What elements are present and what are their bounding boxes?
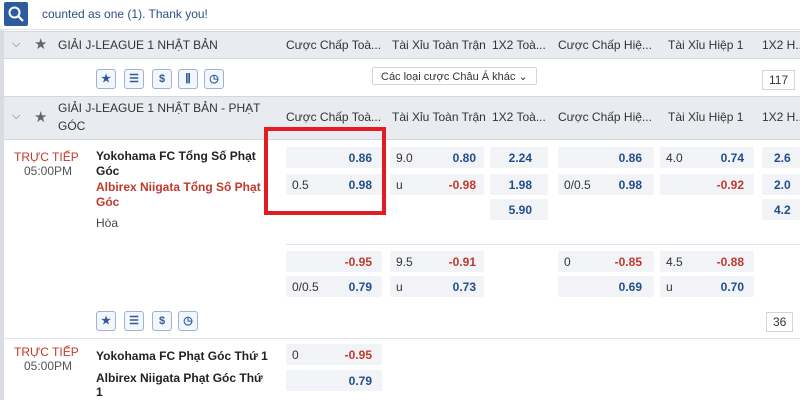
clock-icon[interactable]: ◷ (204, 69, 224, 89)
chevron-down-icon[interactable]: ⌵ (12, 38, 20, 51)
col-header-ft-1x2: 1X2 Toà... (492, 110, 546, 124)
draw-label: Hòa (96, 216, 119, 230)
favorite-star-icon[interactable]: ★ (96, 311, 116, 331)
odds-value[interactable]: 0.69 (600, 280, 642, 294)
clock-icon[interactable]: ◷ (178, 311, 198, 331)
odds-value[interactable]: 0.70 (702, 280, 744, 294)
odds-value[interactable]: 0.86 (600, 151, 642, 165)
more-markets-count[interactable]: 36 (766, 312, 794, 332)
dollar-icon[interactable]: $ (152, 311, 172, 331)
odds-value[interactable]: -0.92 (702, 178, 744, 192)
odds-value[interactable]: -0.95 (330, 255, 372, 269)
odds-value[interactable]: 1.98 (496, 178, 532, 192)
odds-value[interactable]: 0.74 (702, 151, 744, 165)
home-team: Yokohama FC Phạt Góc Thứ 1 (96, 349, 268, 363)
odds-value[interactable]: 0.98 (600, 178, 642, 192)
col-header-h1-over-under: Tài Xỉu Hiệp 1 (668, 110, 744, 124)
odds-value[interactable]: -0.88 (702, 255, 744, 269)
odds-value[interactable]: -0.95 (330, 348, 372, 362)
away-team: Albirex Niigata Phạt Góc Thứ (96, 371, 263, 385)
league-name[interactable]: GIẢI J-LEAGUE 1 NHẬT BẢN (58, 37, 218, 54)
under-label: u (666, 280, 673, 294)
other-asian-bets-dropdown[interactable]: Các loại cược Châu Á khác ⌄ (372, 67, 537, 85)
odds-value[interactable]: 4.2 (774, 203, 791, 217)
col-header-h1-handicap: Cược Chấp Hiệ... (558, 38, 652, 52)
odds-value[interactable]: 2.0 (774, 178, 791, 192)
match-time: 05:00PM (24, 164, 73, 178)
odds-value[interactable]: 2.24 (496, 151, 532, 165)
search-icon (8, 6, 24, 22)
odds-value[interactable]: 2.6 (774, 151, 791, 165)
live-status: TRỰC TIẾP (14, 150, 79, 164)
away-team-cont: 1 (96, 385, 103, 399)
star-icon[interactable]: ★ (34, 35, 47, 53)
sidebar-strip (0, 30, 4, 400)
odds-value[interactable]: 0.79 (330, 374, 372, 388)
odds-value[interactable]: 0.79 (330, 280, 372, 294)
col-header-h1-1x2: 1X2 H... (762, 110, 800, 124)
ticket-icon[interactable]: ☰ (124, 69, 144, 89)
away-team: Albirex Niigata Tổng Số Phạt (96, 180, 261, 194)
notice-message: counted as one (1). Thank you! (42, 7, 208, 21)
odds-value[interactable]: 0.73 (434, 280, 476, 294)
chevron-down-icon[interactable]: ⌵ (12, 110, 20, 123)
col-header-ft-handicap: Cược Chấp Toà... (286, 38, 382, 52)
handicap-line: 0 (292, 348, 299, 362)
row-divider (4, 338, 800, 339)
col-header-h1-over-under: Tài Xỉu Hiệp 1 (668, 38, 744, 52)
odds-value[interactable]: -0.98 (434, 178, 476, 192)
dollar-icon[interactable]: $ (152, 69, 172, 89)
col-header-ft-over-under: Tài Xỉu Toàn Trận (392, 38, 486, 52)
handicap-line: 0/0.5 (564, 178, 591, 192)
col-header-ft-over-under: Tài Xỉu Toàn Trận (392, 110, 486, 124)
stats-chart-icon[interactable]: ⫼ (178, 69, 198, 89)
odds-value[interactable]: -0.91 (434, 255, 476, 269)
col-header-ft-handicap: Cược Chấp Toà... (286, 110, 382, 124)
match-time: 05:00PM (24, 359, 73, 373)
total-line: 9.5 (396, 255, 413, 269)
total-line: 9.0 (396, 151, 413, 165)
live-status: TRỰC TIẾP (14, 345, 79, 359)
league-name-cont[interactable]: GÓC (58, 118, 85, 135)
home-team: Yokohama FC Tổng Số Phạt (96, 149, 256, 163)
total-line: 4.0 (666, 151, 683, 165)
row-divider (286, 244, 800, 245)
col-header-h1-1x2: 1X2 H... (762, 38, 800, 52)
star-icon[interactable]: ★ (34, 108, 47, 126)
odds-value[interactable]: -0.85 (600, 255, 642, 269)
home-team-cont: Góc (96, 164, 120, 178)
odds-value[interactable]: 5.90 (496, 203, 532, 217)
handicap-line: 0/0.5 (292, 280, 319, 294)
favorite-star-icon[interactable]: ★ (96, 69, 116, 89)
handicap-line: 0 (564, 255, 571, 269)
highlight-box (264, 127, 386, 215)
ticket-icon[interactable]: ☰ (124, 311, 144, 331)
league-name[interactable]: GIẢI J-LEAGUE 1 NHẬT BẢN - PHẠT (58, 100, 261, 117)
odds-value[interactable]: 0.80 (434, 151, 476, 165)
away-team-cont: Góc (96, 195, 120, 209)
under-label: u (396, 178, 403, 192)
total-line: 4.5 (666, 255, 683, 269)
under-label: u (396, 280, 403, 294)
more-markets-count[interactable]: 117 (762, 70, 796, 90)
search-button[interactable] (4, 2, 28, 26)
col-header-h1-handicap: Cược Chấp Hiệ... (558, 110, 652, 124)
col-header-ft-1x2: 1X2 Toà... (492, 38, 546, 52)
